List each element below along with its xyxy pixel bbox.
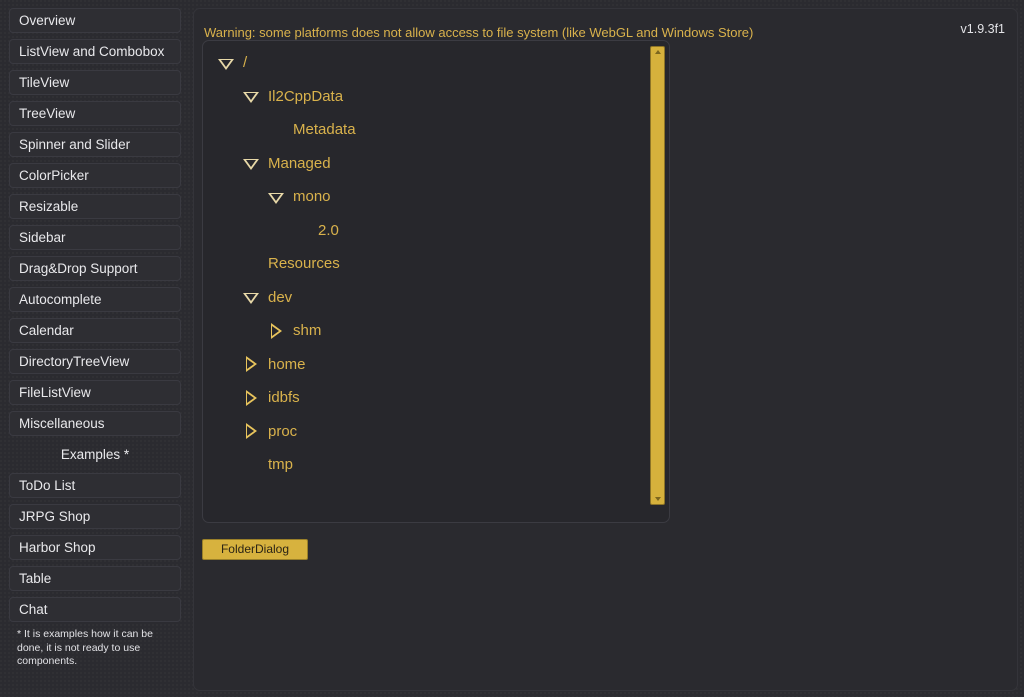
warning-message: Warning: some platforms does not allow a… — [204, 25, 754, 40]
tree-node-home[interactable]: home — [203, 348, 643, 382]
sidebar-item-colorpicker[interactable]: ColorPicker — [9, 163, 181, 188]
version-label: v1.9.3f1 — [960, 22, 1005, 36]
scroll-up-arrow-icon — [655, 50, 661, 54]
folder-dialog-button[interactable]: FolderDialog — [202, 539, 308, 560]
tree-node-label: proc — [268, 422, 298, 440]
tree-expand-down-icon[interactable] — [240, 286, 262, 308]
sidebar-item-filelistview[interactable]: FileListView — [9, 380, 181, 405]
tree-node-dev[interactable]: dev — [203, 281, 643, 315]
tree-node-shm[interactable]: shm — [203, 314, 643, 348]
sidebar-example-jrpg-shop[interactable]: JRPG Shop — [9, 504, 181, 529]
sidebar-item-drag-drop-support[interactable]: Drag&Drop Support — [9, 256, 181, 281]
tree-node-label: mono — [293, 188, 331, 206]
sidebar-example-table[interactable]: Table — [9, 566, 181, 591]
sidebar-item-autocomplete[interactable]: Autocomplete — [9, 287, 181, 312]
sidebar-item-listview-and-combobox[interactable]: ListView and Combobox — [9, 39, 181, 64]
sidebar-item-miscellaneous[interactable]: Miscellaneous — [9, 411, 181, 436]
sidebar-item-treeview[interactable]: TreeView — [9, 101, 181, 126]
tree-node-tmp[interactable]: tmp — [203, 448, 643, 482]
tree-expand-right-icon[interactable] — [240, 387, 262, 409]
sidebar-item-overview[interactable]: Overview — [9, 8, 181, 33]
tree-node-label: / — [243, 54, 248, 72]
tree-node-label: dev — [268, 288, 293, 306]
sidebar-examples-list: ToDo List JRPG Shop Harbor Shop Table Chat — [9, 473, 181, 622]
tree-expand-down-icon[interactable] — [240, 152, 262, 174]
tree-node-metadata[interactable]: Metadata — [203, 113, 643, 147]
tree-node-label: Resources — [268, 255, 340, 273]
sidebar-item-tileview[interactable]: TileView — [9, 70, 181, 95]
sidebar-example-chat[interactable]: Chat — [9, 597, 181, 622]
tree-node-idbfs[interactable]: idbfs — [203, 381, 643, 415]
tree-expand-down-icon[interactable] — [215, 52, 237, 74]
tree-node-label: tmp — [268, 456, 294, 474]
tree-node-label: idbfs — [268, 389, 300, 407]
tree-scrollbar-thumb[interactable] — [650, 46, 665, 505]
sidebar-item-calendar[interactable]: Calendar — [9, 318, 181, 343]
sidebar-item-directorytreeview[interactable]: DirectoryTreeView — [9, 349, 181, 374]
sidebar-example-todo-list[interactable]: ToDo List — [9, 473, 181, 498]
tree-expand-down-icon[interactable] — [265, 186, 287, 208]
tree-node-label: Managed — [268, 154, 331, 172]
tree-node-[interactable]: / — [203, 46, 643, 80]
tree-node-resources[interactable]: Resources — [203, 247, 643, 281]
tree-node-label: Il2CppData — [268, 87, 344, 105]
tree-node-proc[interactable]: proc — [203, 415, 643, 449]
directory-tree-panel: / Il2CppData Metadata Managed mono 2.0 Resourc… — [202, 40, 670, 523]
main-panel: Warning: some platforms does not allow a… — [193, 8, 1018, 691]
tree-expand-right-icon[interactable] — [240, 420, 262, 442]
scroll-down-arrow-icon — [655, 497, 661, 501]
tree-node-label: 2.0 — [318, 221, 339, 239]
tree-node-managed[interactable]: Managed — [203, 147, 643, 181]
sidebar-item-spinner-and-slider[interactable]: Spinner and Slider — [9, 132, 181, 157]
tree-node-label: home — [268, 355, 306, 373]
tree-vertical-scrollbar[interactable] — [650, 46, 665, 511]
tree-expand-right-icon[interactable] — [240, 353, 262, 375]
sidebar-examples-header: Examples * — [60, 447, 130, 462]
tree-node-mono[interactable]: mono — [203, 180, 643, 214]
sidebar-footnote: * It is examples how it can be done, it … — [17, 628, 153, 667]
tree-expand-down-icon[interactable] — [240, 85, 262, 107]
sidebar-item-resizable[interactable]: Resizable — [9, 194, 181, 219]
sidebar-example-harbor-shop[interactable]: Harbor Shop — [9, 535, 181, 560]
tree-node-label: shm — [293, 322, 322, 340]
tree-node-il2cppdata[interactable]: Il2CppData — [203, 80, 643, 114]
sidebar: Overview ListView and Combobox TileView Tre… — [0, 0, 190, 697]
sidebar-item-sidebar[interactable]: Sidebar — [9, 225, 181, 250]
directory-tree-list: / Il2CppData Metadata Managed mono 2.0 Resourc… — [203, 46, 643, 482]
sidebar-nav-list: Overview ListView and Combobox TileView Tre… — [9, 8, 181, 436]
tree-node-2.0[interactable]: 2.0 — [203, 214, 643, 248]
tree-node-label: Metadata — [293, 121, 356, 139]
tree-expand-right-icon[interactable] — [265, 320, 287, 342]
